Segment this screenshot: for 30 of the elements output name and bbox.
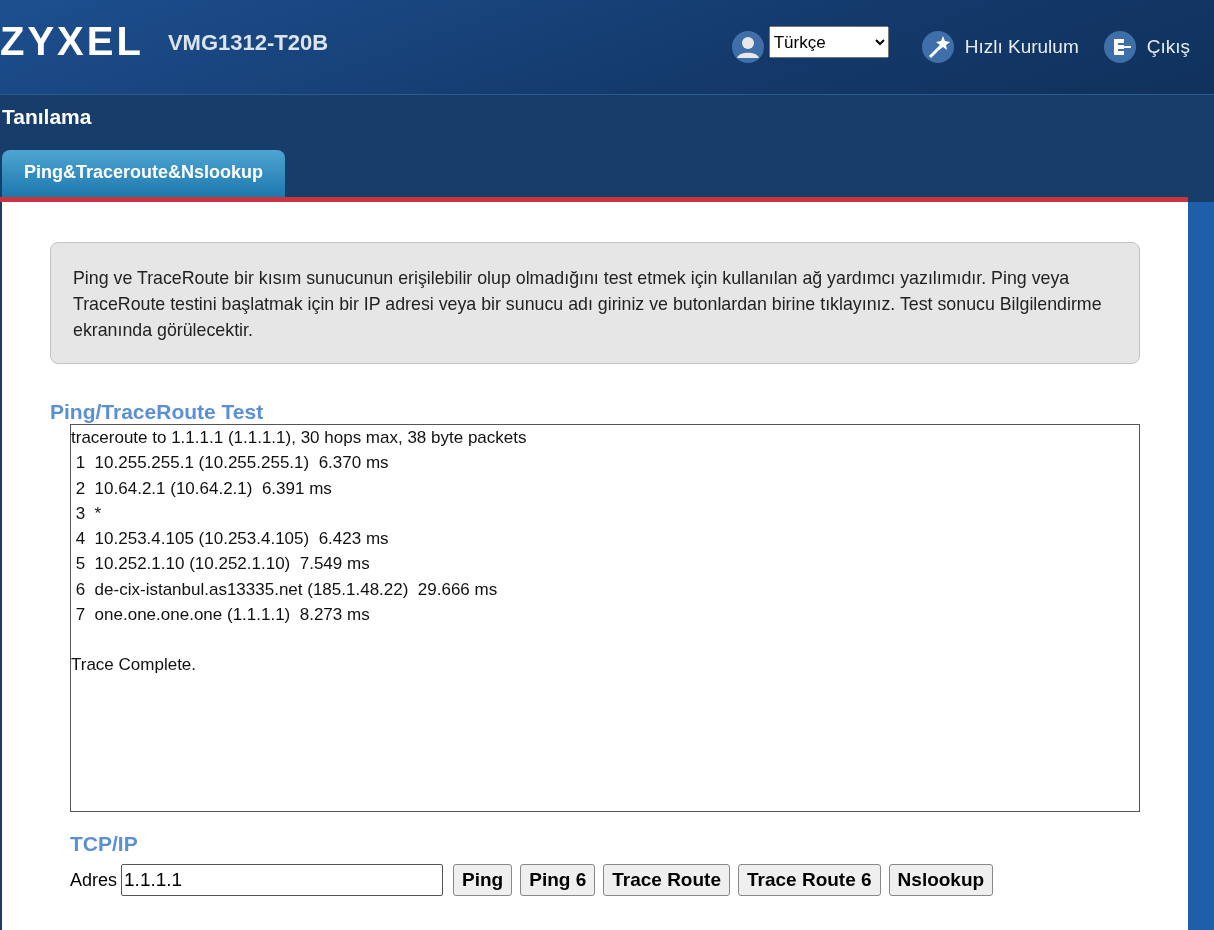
language-select[interactable]: Türkçe — [768, 26, 889, 58]
action-button[interactable]: Trace Route — [603, 864, 730, 896]
logout-link[interactable]: Çıkış — [1102, 30, 1190, 64]
section-title: TCP/IP — [70, 832, 139, 856]
action-button[interactable]: Ping 6 — [520, 864, 596, 896]
output-line: 1 10.255.255.1 (10.255.255.1) 6.370 ms — [74, 452, 390, 475]
tab[interactable]: Ping&Traceroute&Nslookup — [2, 150, 286, 197]
output-line: 3 * — [74, 502, 103, 525]
output-line: 5 10.252.1.10 (10.252.1.10) 7.549 ms — [74, 553, 371, 576]
page-title: Tanılama — [1, 104, 93, 130]
user-avatar-icon — [730, 30, 765, 64]
info-text: Ping ve TraceRoute bir kısım sunucunun erişilebilir olup olmadığını test etmek için kullanılan ağ yardımcı yazılımıdır. Ping veya TraceRoute testini başlatmak için bir IP adresi veya bir sunucu adı giriniz ve butonlardan birine tıklayınız. Test sonucu Bilgilendirme ekranında görülecektir. — [73, 267, 1103, 342]
address-input[interactable]: 1.1.1.1 — [121, 864, 444, 896]
output-line: Trace Complete. — [71, 654, 198, 677]
action-button[interactable]: Ping — [453, 864, 513, 896]
model-name: VMG1312-T20B — [167, 30, 329, 56]
section-title: Ping/TraceRoute Test — [50, 400, 265, 424]
action-button[interactable]: Trace Route 6 — [738, 864, 881, 896]
output-textarea[interactable] — [70, 424, 1140, 812]
output-line: 6 de-cix-istanbul.as13335.net (185.1.48.22) 29.666 ms — [74, 578, 499, 601]
output-line: 4 10.253.4.105 (10.253.4.105) 6.423 ms — [74, 528, 390, 551]
logo: ZYXEL — [0, 18, 144, 64]
output-line: traceroute to 1.1.1.1 (1.1.1.1), 30 hops max, 38 byte packets — [71, 427, 528, 449]
action-button[interactable]: Nslookup — [888, 864, 994, 896]
address-label: Adres — [70, 869, 118, 891]
output-line: 7 one.one.one.one (1.1.1.1) 8.273 ms — [74, 604, 371, 627]
output-line: 2 10.64.2.1 (10.64.2.1) 6.391 ms — [74, 477, 333, 500]
quick-setup-link[interactable]: Hızlı Kurulum — [920, 30, 1079, 64]
wand-icon — [920, 30, 955, 64]
exit-icon — [1102, 30, 1137, 64]
